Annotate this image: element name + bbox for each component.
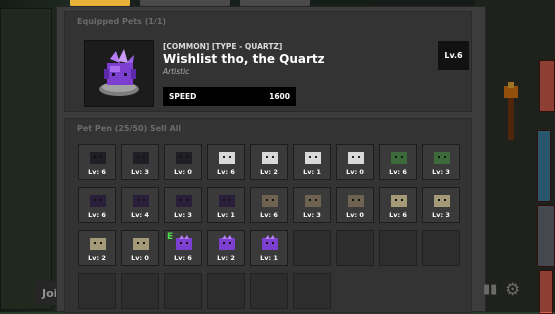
equipped-pet-portrait[interactable] xyxy=(84,40,154,107)
pet-level-label: Lv: 1 xyxy=(260,254,278,262)
pet-level-label: Lv: 0 xyxy=(131,254,149,262)
empty-pet-slot[interactable] xyxy=(379,230,417,266)
pet-slot[interactable]: Lv: 3 xyxy=(164,187,202,223)
dark-pet-icon xyxy=(176,152,192,164)
shadow-pet-icon xyxy=(176,195,192,207)
tan-pet-icon xyxy=(133,238,149,250)
pet-slot[interactable]: Lv: 6 E xyxy=(164,230,202,266)
pet-slot[interactable]: Lv: 1 xyxy=(293,144,331,180)
pet-slot[interactable]: Lv: 2 xyxy=(207,230,245,266)
white-pet-icon xyxy=(348,152,364,164)
empty-pet-slot[interactable] xyxy=(164,273,202,309)
pet-level-label: Lv: 3 xyxy=(131,168,149,176)
pet-slot[interactable]: Lv: 6 xyxy=(78,187,116,223)
green-pet-icon xyxy=(391,152,407,164)
pet-level-label: Lv: 6 xyxy=(217,168,235,176)
pet-level-badge: Lv.6 xyxy=(438,41,469,70)
shadow-pet-icon xyxy=(219,195,235,207)
empty-pet-slot[interactable] xyxy=(78,273,116,309)
speed-stat-bar: SPEED 1600 xyxy=(163,87,296,106)
pet-slot[interactable]: Lv: 6 xyxy=(78,144,116,180)
pet-level-label: Lv: 1 xyxy=(303,168,321,176)
quartz-pet-icon xyxy=(262,235,278,250)
quartz-pet-icon xyxy=(176,235,192,250)
equipped-section-title: Equipped Pets (1/1) xyxy=(77,17,167,26)
tan-pet-icon xyxy=(90,238,106,250)
pet-level-label: Lv: 6 xyxy=(174,254,192,262)
pet-level-label: Lv: 6 xyxy=(389,168,407,176)
dark-pet-icon xyxy=(133,152,149,164)
pet-level-label: Lv: 2 xyxy=(217,254,235,262)
pet-level-label: Lv: 0 xyxy=(346,211,364,219)
pet-trait: Artistic xyxy=(163,67,190,76)
pet-slot[interactable]: Lv: 3 xyxy=(422,187,460,223)
pet-level-label: Lv: 6 xyxy=(389,211,407,219)
white-pet-icon xyxy=(262,152,278,164)
pet-level-label: Lv: 0 xyxy=(346,168,364,176)
pet-pen-section: Pet Pen (25/50) Sell All Lv: 6 Lv: 3 Lv: 0… xyxy=(64,118,472,313)
pet-slot[interactable]: Lv: 6 xyxy=(379,187,417,223)
pet-slot[interactable]: Lv: 2 xyxy=(250,144,288,180)
pet-rarity-tag: [COMMON] [TYPE - QUARTZ] xyxy=(163,42,283,51)
pet-slot[interactable]: Lv: 0 xyxy=(336,187,374,223)
pet-slot[interactable]: Lv: 6 xyxy=(207,144,245,180)
pet-level-label: Lv: 3 xyxy=(432,211,450,219)
white-pet-icon xyxy=(219,152,235,164)
pet-level-label: Lv: 2 xyxy=(88,254,106,262)
rock-pet-icon xyxy=(348,195,364,207)
pet-slot[interactable]: Lv: 1 xyxy=(250,230,288,266)
pet-level-label: Lv: 4 xyxy=(131,211,149,219)
empty-pet-slot[interactable] xyxy=(293,230,331,266)
pet-slot[interactable]: Lv: 3 xyxy=(121,144,159,180)
rock-pet-icon xyxy=(262,195,278,207)
tan-pet-icon xyxy=(434,195,450,207)
pet-slot[interactable]: Lv: 0 xyxy=(336,144,374,180)
stats-icon[interactable]: ▮▮ xyxy=(483,282,497,297)
pet-slot[interactable]: Lv: 1 xyxy=(207,187,245,223)
empty-pet-slot[interactable] xyxy=(422,230,460,266)
pet-level-label: Lv: 0 xyxy=(174,168,192,176)
equipped-pets-section: Equipped Pets (1/1) [COMMON] [TYPE - QUA… xyxy=(64,11,472,112)
pet-level-label: Lv: 6 xyxy=(88,211,106,219)
pet-level-label: Lv: 3 xyxy=(432,168,450,176)
pet-level-label: Lv: 2 xyxy=(260,168,278,176)
pet-level-label: Lv: 3 xyxy=(174,211,192,219)
dark-pet-icon xyxy=(90,152,106,164)
shadow-pet-icon xyxy=(90,195,106,207)
quartz-pet-icon xyxy=(219,235,235,250)
pet-slot[interactable]: Lv: 3 xyxy=(293,187,331,223)
empty-pet-slot[interactable] xyxy=(207,273,245,309)
tan-pet-icon xyxy=(391,195,407,207)
stat-label: SPEED xyxy=(169,92,197,101)
green-pet-icon xyxy=(434,152,450,164)
white-pet-icon xyxy=(305,152,321,164)
pet-level-label: Lv: 1 xyxy=(217,211,235,219)
pet-slot[interactable]: Lv: 4 xyxy=(121,187,159,223)
empty-pet-slot[interactable] xyxy=(121,273,159,309)
shadow-pet-icon xyxy=(133,195,149,207)
pets-modal: Equipped Pets (1/1) [COMMON] [TYPE - QUA… xyxy=(56,6,486,313)
empty-pet-slot[interactable] xyxy=(336,230,374,266)
empty-pet-slot[interactable] xyxy=(293,273,331,309)
pet-level-label: Lv: 3 xyxy=(303,211,321,219)
pet-slot[interactable]: Lv: 0 xyxy=(121,230,159,266)
rock-pet-icon xyxy=(305,195,321,207)
empty-pet-slot[interactable] xyxy=(250,273,288,309)
pet-slot[interactable]: Lv: 0 xyxy=(164,144,202,180)
pet-slot[interactable]: Lv: 6 xyxy=(250,187,288,223)
quartz-pet-icon xyxy=(99,49,139,96)
pet-level-label: Lv: 6 xyxy=(260,211,278,219)
pet-pen-title: Pet Pen (25/50) Sell All xyxy=(77,124,182,133)
stat-value: 1600 xyxy=(269,92,290,101)
pet-slot[interactable]: Lv: 3 xyxy=(422,144,460,180)
pet-level-label: Lv: 6 xyxy=(88,168,106,176)
new-pet-badge: E xyxy=(167,232,174,242)
pet-slot[interactable]: Lv: 6 xyxy=(379,144,417,180)
pet-slot[interactable]: Lv: 2 xyxy=(78,230,116,266)
gear-icon[interactable]: ⚙ xyxy=(505,280,520,300)
pet-name: Wishlist tho, the Quartz xyxy=(163,52,325,66)
